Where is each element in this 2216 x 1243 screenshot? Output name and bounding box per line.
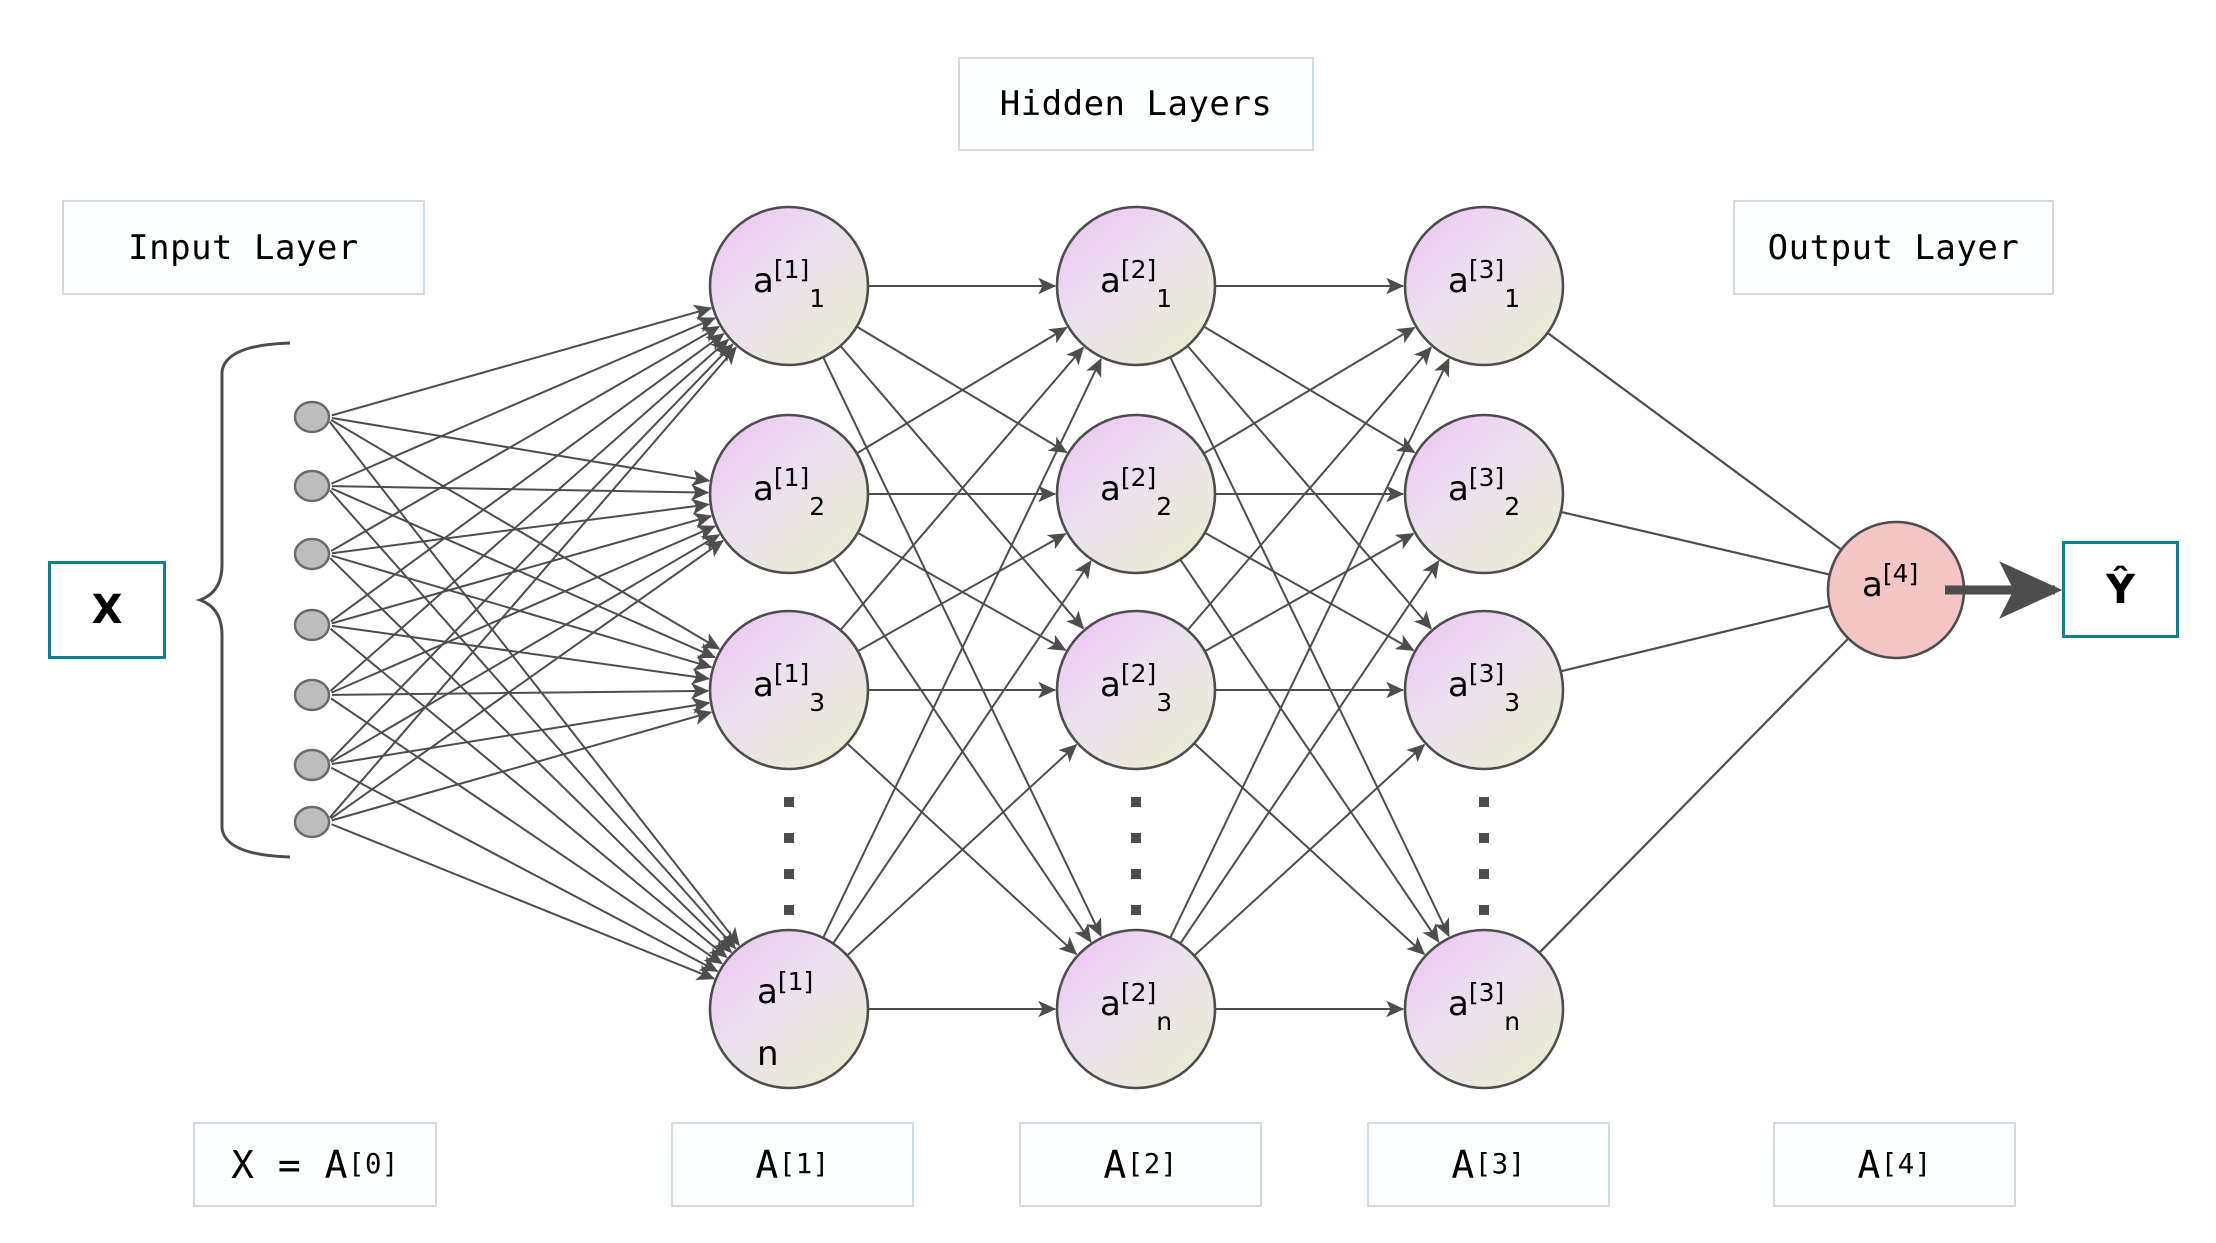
network-nodes: a[1]1 a[1]2 a[1]3 a[1]n a[2]1 a[2]2 a[2]3 a[2]n… (293, 205, 1966, 1090)
input-bracket (195, 341, 291, 859)
neural-network-svg: a[1]1 a[1]2 a[1]3 a[1]n a[2]1 a[2]2 a[2]3 a[2]n… (195, 205, 2063, 1090)
hidden-neuron: a[3]n (1403, 928, 1565, 1090)
output-prediction-text: Ŷ (2106, 566, 2135, 613)
ellipsis-dot (784, 869, 794, 879)
ellipsis-dot (1131, 905, 1141, 915)
input-node (293, 805, 331, 839)
bottom-label-A2-base: A (1103, 1142, 1127, 1187)
input-node (293, 748, 331, 782)
ellipsis-dot (1479, 833, 1489, 843)
input-node (293, 537, 331, 571)
output-prediction-box: Ŷ (2062, 541, 2179, 638)
bottom-label-A3: A [3] (1367, 1122, 1610, 1207)
input-node (293, 469, 331, 503)
ellipsis-dot (784, 833, 794, 843)
bottom-label-A1: A [1] (671, 1122, 914, 1207)
hidden-neuron: a[1]2 (708, 413, 870, 575)
hidden-layers-label-text: Hidden Layers (999, 84, 1273, 124)
output-layer-label-text: Output Layer (1767, 227, 2020, 268)
ellipsis-dot (1131, 869, 1141, 879)
ellipsis-dot (1479, 869, 1489, 879)
bottom-label-A3-base: A (1451, 1142, 1475, 1187)
hidden-neuron: a[2]3 (1055, 609, 1217, 771)
bottom-label-A0: X = A [0] (193, 1122, 437, 1207)
input-node (293, 678, 331, 712)
hidden-neuron: a[1]n (708, 928, 870, 1090)
hidden-neuron: a[2]1 (1055, 205, 1217, 367)
hidden-neuron: a[3]1 (1403, 205, 1565, 367)
input-matrix-text: X (91, 587, 123, 633)
input-matrix-box: X (48, 561, 166, 659)
input-layer-label: Input Layer (62, 200, 425, 295)
input-node (293, 608, 331, 642)
neuron-subscript: n (757, 1034, 779, 1074)
bottom-label-A0-base: X = A (231, 1142, 348, 1187)
bottom-label-A2: A [2] (1019, 1122, 1262, 1207)
bottom-label-A1-base: A (755, 1142, 779, 1187)
input-node (293, 400, 331, 434)
hidden-layers-label: Hidden Layers (958, 57, 1314, 151)
output-layer-label: Output Layer (1733, 200, 2054, 295)
output-neuron: a[4] (1826, 520, 1966, 660)
hidden-neuron: a[3]3 (1403, 609, 1565, 771)
ellipsis-dot (784, 797, 794, 807)
input-layer-label-text: Input Layer (128, 227, 359, 268)
ellipsis-dot (1479, 797, 1489, 807)
hidden-neuron: a[2]2 (1055, 413, 1217, 575)
bottom-label-A4: A [4] (1773, 1122, 2016, 1207)
vertical-ellipsis-group (784, 797, 1489, 915)
hidden-neuron: a[3]2 (1403, 413, 1565, 575)
ellipsis-dot (1131, 797, 1141, 807)
diagram-canvas: a[1]1 a[1]2 a[1]3 a[1] n a[2]1 a[2]2 a[2]3 a[2]n… (0, 0, 2216, 1243)
ellipsis-dot (1479, 905, 1489, 915)
ellipsis-dot (1131, 833, 1141, 843)
hidden-neuron: a[1]1 (708, 205, 870, 367)
bottom-label-A4-base: A (1857, 1142, 1881, 1187)
hidden-neuron: a[2]n (1055, 928, 1217, 1090)
hidden-neuron: a[1]3 (708, 609, 870, 771)
ellipsis-dot (784, 905, 794, 915)
